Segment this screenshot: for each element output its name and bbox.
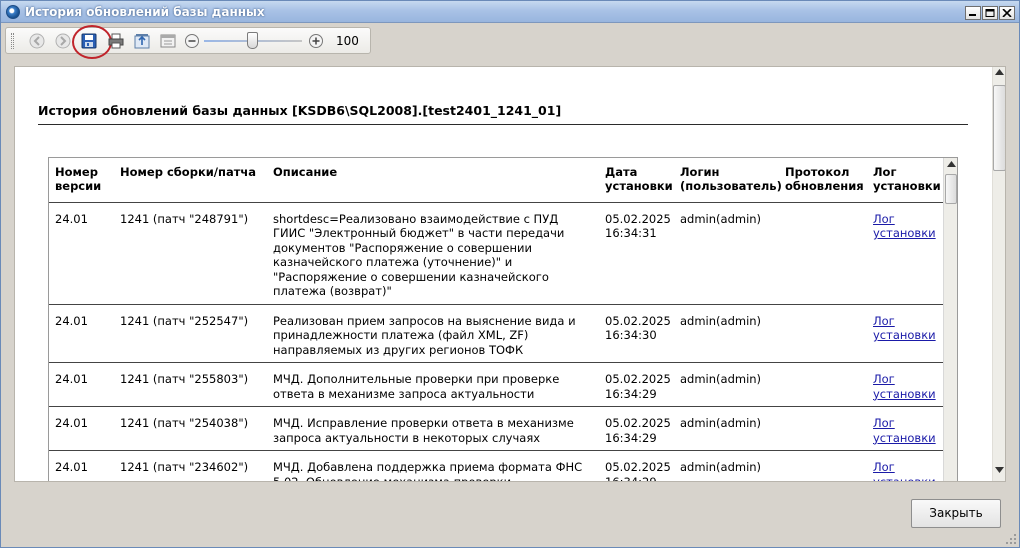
description-cell: Реализован прием запросов на выяснение в… xyxy=(267,304,599,363)
protocol-cell xyxy=(779,304,867,363)
app-icon xyxy=(6,5,20,19)
print-button[interactable] xyxy=(106,31,126,51)
install-log-link[interactable]: Лог установки xyxy=(873,460,936,481)
column-header[interactable]: Протокол обновления xyxy=(779,158,867,203)
log-cell: Лог установки xyxy=(867,450,943,481)
login-cell: admin(admin) xyxy=(674,304,779,363)
install-log-link[interactable]: Лог установки xyxy=(873,416,936,445)
date-cell: 05.02.2025 16:34:29 xyxy=(599,406,674,451)
minimize-button[interactable] xyxy=(965,6,981,20)
print-icon xyxy=(108,33,124,49)
zoom-in-button[interactable] xyxy=(306,31,326,51)
version-cell: 24.01 xyxy=(49,450,114,481)
back-button[interactable] xyxy=(27,31,47,51)
description-cell: МЧД. Добавлена поддержка приема формата … xyxy=(267,450,599,481)
forward-button[interactable] xyxy=(53,31,73,51)
log-cell: Лог установки xyxy=(867,406,943,451)
install-log-link[interactable]: Лог установки xyxy=(873,372,936,401)
description-cell: МЧД. Исправление проверки ответа в механ… xyxy=(267,406,599,451)
table-row: 24.01 1241 (патч "248791") shortdesc=Реа… xyxy=(49,202,943,305)
column-header[interactable]: Номер версии xyxy=(49,158,114,203)
zoom-out-icon xyxy=(185,34,199,48)
version-cell: 24.01 xyxy=(49,406,114,451)
protocol-cell xyxy=(779,362,867,407)
version-cell: 24.01 xyxy=(49,304,114,363)
build-cell: 1241 (патч "254038") xyxy=(114,406,267,451)
log-cell: Лог установки xyxy=(867,362,943,407)
history-table: Номер версии Номер сборки/патча Описание… xyxy=(49,158,943,481)
install-log-link[interactable]: Лог установки xyxy=(873,212,936,241)
login-cell: admin(admin) xyxy=(674,362,779,407)
close-window-button[interactable] xyxy=(999,6,1015,20)
report-window: История обновлений базы данных 100 Истор… xyxy=(0,0,1020,548)
minimize-icon xyxy=(969,14,976,16)
install-log-link[interactable]: Лог установки xyxy=(873,314,936,343)
page-setup-icon xyxy=(160,34,176,48)
zoom-slider-thumb[interactable] xyxy=(247,32,258,49)
zoom-value: 100 xyxy=(336,34,359,48)
report-title: История обновлений базы данных [KSDB6\SQ… xyxy=(38,103,562,118)
protocol-cell xyxy=(779,202,867,305)
column-header[interactable]: Описание xyxy=(267,158,599,203)
protocol-cell xyxy=(779,450,867,481)
login-cell: admin(admin) xyxy=(674,450,779,481)
table-row: 24.01 1241 (патч "234602") МЧД. Добавлен… xyxy=(49,450,943,481)
version-cell: 24.01 xyxy=(49,362,114,407)
login-cell: admin(admin) xyxy=(674,406,779,451)
build-cell: 1241 (патч "248791") xyxy=(114,202,267,305)
column-header[interactable]: Лог установки xyxy=(867,158,943,203)
export-icon xyxy=(134,34,150,49)
zoom-out-button[interactable] xyxy=(182,31,202,51)
close-button[interactable]: Закрыть xyxy=(911,499,1001,528)
report-toolbar: 100 xyxy=(5,25,371,59)
title-divider xyxy=(38,124,968,125)
window-title: История обновлений базы данных xyxy=(25,5,265,19)
build-cell: 1241 (патч "252547") xyxy=(114,304,267,363)
build-cell: 1241 (патч "234602") xyxy=(114,450,267,481)
table-row: 24.01 1241 (патч "252547") Реализован пр… xyxy=(49,304,943,363)
date-cell: 05.02.2025 16:34:29 xyxy=(599,362,674,407)
build-cell: 1241 (патч "255803") xyxy=(114,362,267,407)
description-cell: shortdesc=Реализовано взаимодействие с П… xyxy=(267,202,599,305)
protocol-cell xyxy=(779,406,867,451)
scroll-down-arrow-icon[interactable] xyxy=(995,467,1004,473)
table-header-row: Номер версии Номер сборки/патча Описание… xyxy=(49,158,943,203)
forward-icon xyxy=(55,33,71,49)
resize-grip-icon[interactable] xyxy=(1005,533,1017,545)
description-cell: МЧД. Дополнительные проверки при проверк… xyxy=(267,362,599,407)
maximize-icon xyxy=(985,9,995,17)
login-cell: admin(admin) xyxy=(674,202,779,305)
log-cell: Лог установки xyxy=(867,202,943,305)
title-bar[interactable]: История обновлений базы данных xyxy=(1,1,1019,23)
scroll-up-arrow-icon[interactable] xyxy=(947,161,956,167)
date-cell: 05.02.2025 16:34:30 xyxy=(599,304,674,363)
scroll-up-arrow-icon[interactable] xyxy=(995,69,1004,75)
date-cell: 05.02.2025 16:34:31 xyxy=(599,202,674,305)
table-row: 24.01 1241 (патч "254038") МЧД. Исправле… xyxy=(49,406,943,451)
table-scroll-thumb[interactable] xyxy=(945,174,957,204)
report-scrollbar[interactable] xyxy=(992,67,1005,481)
maximize-button[interactable] xyxy=(982,6,998,20)
export-button[interactable] xyxy=(132,31,152,51)
back-icon xyxy=(29,33,45,49)
close-icon xyxy=(1002,9,1012,17)
column-header[interactable]: Номер сборки/патча xyxy=(114,158,267,203)
history-table-container: Номер версии Номер сборки/патча Описание… xyxy=(48,157,958,481)
report-scroll-thumb[interactable] xyxy=(993,85,1005,171)
version-cell: 24.01 xyxy=(49,202,114,305)
column-header[interactable]: Логин (пользователь) xyxy=(674,158,782,203)
column-header[interactable]: Дата установки xyxy=(599,158,674,203)
page-setup-button[interactable] xyxy=(158,31,178,51)
log-cell: Лог установки xyxy=(867,304,943,363)
table-row: 24.01 1241 (патч "255803") МЧД. Дополнит… xyxy=(49,362,943,407)
toolbar-grip[interactable] xyxy=(11,33,14,49)
table-scrollbar[interactable] xyxy=(943,158,957,481)
zoom-in-icon xyxy=(309,34,323,48)
report-viewport: История обновлений базы данных [KSDB6\SQ… xyxy=(14,66,1006,482)
date-cell: 05.02.2025 16:34:29 xyxy=(599,450,674,481)
